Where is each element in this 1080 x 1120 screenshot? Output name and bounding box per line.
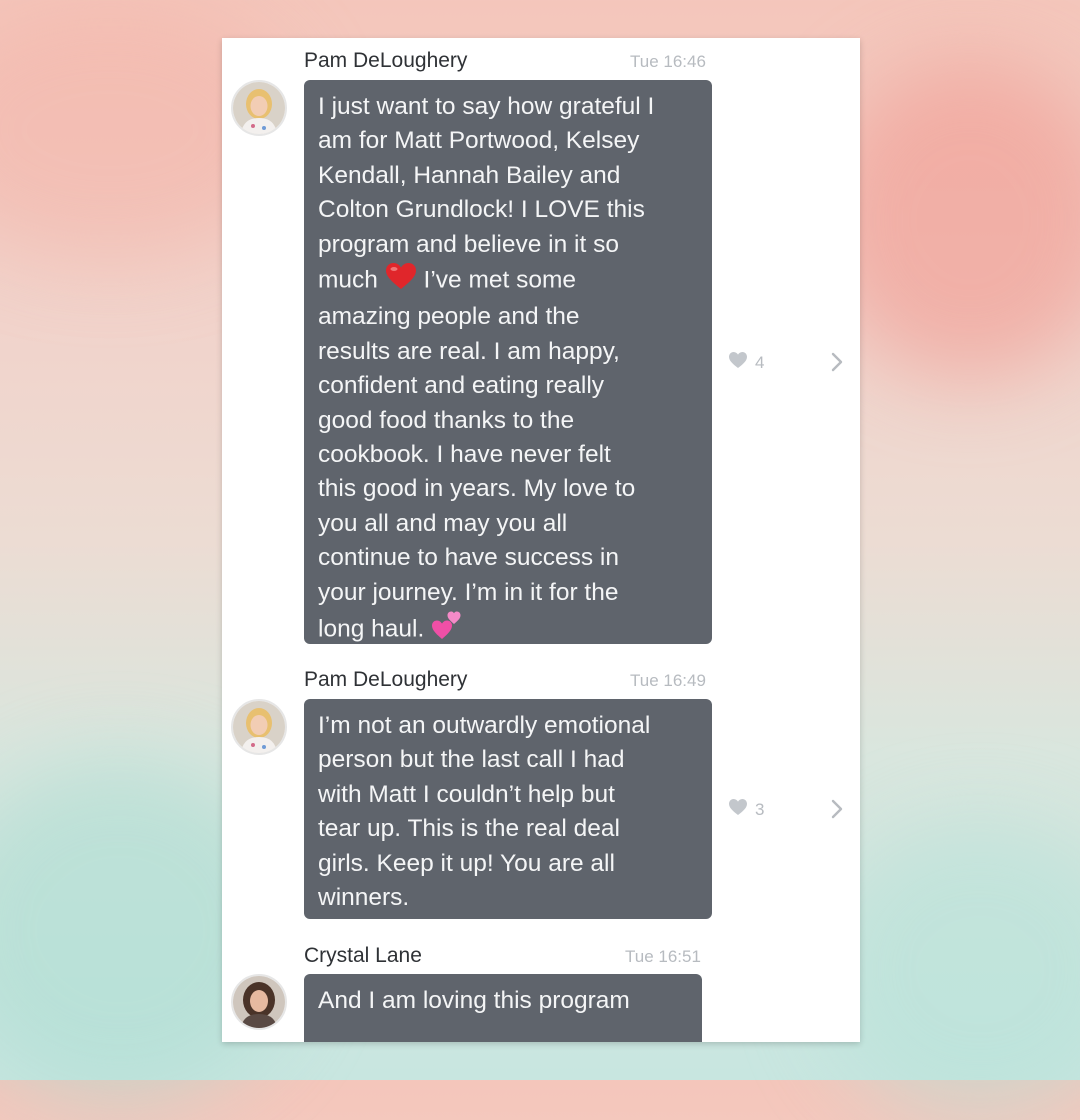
message-line: am for Matt Portwood, Kelsey	[318, 127, 640, 155]
message-line: Kendall, Hannah Bailey and	[318, 161, 621, 189]
message-line: Colton Grundlock! I LOVE this	[318, 196, 645, 224]
heart-icon	[728, 798, 748, 821]
chat-panel: Pam DeLoughery Tue 16:46 I just want to …	[222, 38, 860, 1042]
message-line-with-emoji: long haul.	[318, 610, 700, 644]
message-line: program and believe in it so	[318, 230, 619, 258]
message-line: winners.	[318, 884, 410, 912]
like-count: 4	[755, 352, 765, 372]
message-line: amazing people and the	[318, 303, 580, 331]
message-line: your journey. I’m in it for the	[318, 578, 619, 606]
message-line: girls. Keep it up! You are all	[318, 849, 615, 877]
sender-name: Pam DeLoughery	[304, 49, 468, 72]
timestamp: Tue 16:46	[630, 52, 706, 71]
message-line: this good in years. My love to	[318, 475, 636, 503]
message-line: person but the last call I had	[318, 746, 625, 774]
like-count: 3	[755, 799, 765, 819]
message-line: confident and eating really	[318, 372, 605, 400]
avatar[interactable]	[231, 80, 287, 136]
avatar[interactable]	[231, 974, 287, 1030]
message-line: tear up. This is the real deal	[318, 815, 620, 843]
message-bubble: And I am loving this program	[304, 974, 702, 1042]
message-line: you all and may you all	[318, 509, 568, 537]
heart-icon	[728, 351, 748, 374]
message-line: results are real. I am happy,	[318, 337, 620, 365]
message-line: continue to have success in	[318, 544, 619, 572]
avatar[interactable]	[231, 699, 287, 755]
message-bubble: I’m not an outwardly emotional person bu…	[304, 699, 712, 919]
message-line: I just want to say how grateful I	[318, 93, 655, 120]
message-line: good food thanks to the	[318, 406, 575, 434]
message-line: I’m not an outwardly emotional	[318, 712, 651, 739]
red-heart-emoji	[385, 262, 417, 300]
chevron-right-icon[interactable]	[824, 796, 850, 822]
sender-name: Pam DeLoughery	[304, 668, 468, 691]
timestamp: Tue 16:49	[630, 671, 706, 690]
sender-name: Crystal Lane	[304, 944, 422, 967]
message-bubble: I just want to say how grateful I am for…	[304, 80, 712, 644]
message-line: cookbook. I have never felt	[318, 441, 611, 469]
timestamp: Tue 16:51	[625, 947, 701, 966]
message-line-with-emoji: much I’ve met some	[318, 262, 700, 300]
like-button[interactable]: 4	[728, 351, 764, 374]
like-button[interactable]: 3	[728, 798, 764, 821]
two-hearts-emoji	[431, 610, 463, 644]
message-line: And I am loving this program	[318, 987, 630, 1014]
chevron-right-icon[interactable]	[824, 349, 850, 375]
message-line: with Matt I couldn’t help but	[318, 780, 615, 808]
